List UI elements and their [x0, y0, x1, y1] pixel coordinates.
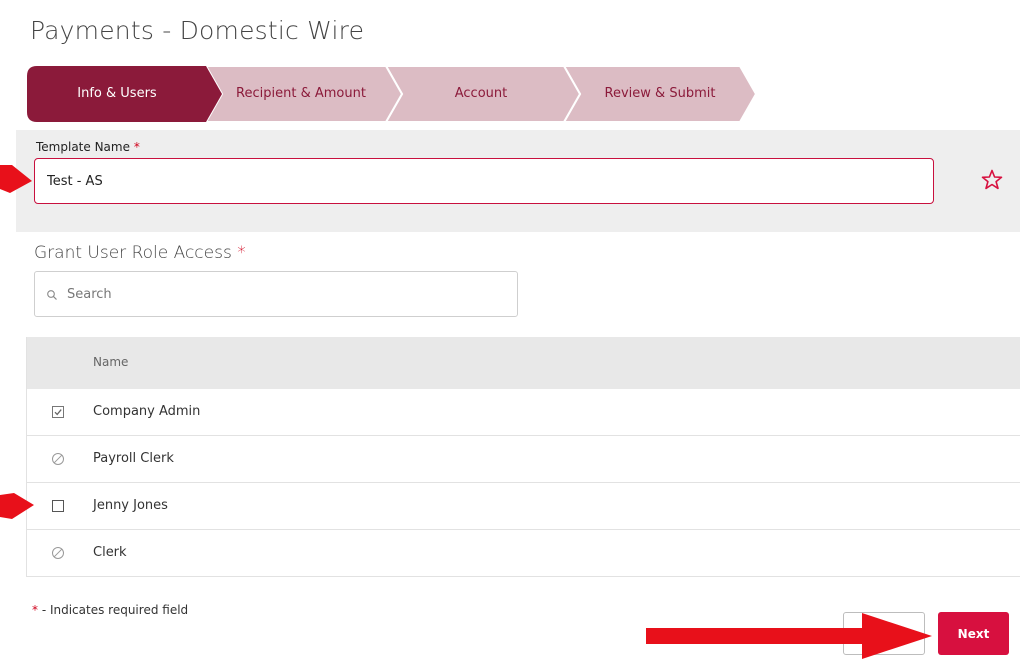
next-button[interactable]: Next — [938, 612, 1009, 655]
star-outline-icon[interactable] — [980, 168, 1004, 192]
row-name: Payroll Clerk — [93, 451, 174, 466]
checkbox-checked-icon[interactable] — [51, 405, 65, 419]
step-recipient-amount[interactable]: Recipient & Amount — [212, 66, 390, 122]
template-name-label-text: Template Name — [36, 140, 130, 154]
step-review-submit[interactable]: Review & Submit — [570, 66, 750, 122]
required-marker: * — [133, 140, 140, 154]
annotation-arrow-next — [646, 613, 932, 659]
template-name-input[interactable] — [34, 158, 934, 204]
search-box — [34, 271, 518, 317]
table-row[interactable]: Jenny Jones — [27, 483, 1020, 530]
search-icon — [47, 290, 57, 300]
row-name: Jenny Jones — [93, 498, 168, 513]
required-marker: * — [237, 243, 246, 263]
step-info-users[interactable]: Info & Users — [27, 66, 207, 122]
table-row[interactable]: Clerk — [27, 530, 1020, 577]
wizard-steps: Info & Users Recipient & Amount Account … — [27, 66, 757, 122]
grant-access-title-text: Grant User Role Access — [34, 243, 232, 263]
required-note-text: - Indicates required field — [38, 603, 189, 617]
template-name-label: Template Name * — [36, 140, 140, 154]
disabled-circle-icon — [52, 453, 64, 465]
row-name: Company Admin — [93, 404, 201, 419]
disabled-circle-icon — [52, 547, 64, 559]
checkbox-empty-icon[interactable] — [51, 499, 65, 513]
annotation-arrow-checkbox — [0, 493, 34, 519]
column-header-name[interactable]: Name — [93, 355, 128, 369]
roles-table: Name Company Admin Payroll Clerk Jenny J… — [26, 337, 1020, 577]
required-field-note: * - Indicates required field — [32, 603, 188, 617]
table-row[interactable]: Payroll Clerk — [27, 436, 1020, 483]
table-row[interactable]: Company Admin — [27, 389, 1020, 436]
search-input[interactable] — [67, 272, 507, 316]
table-header: Name — [27, 337, 1020, 389]
grant-access-title: Grant User Role Access * — [34, 243, 246, 263]
step-account[interactable]: Account — [392, 66, 570, 122]
annotation-arrow-template — [0, 165, 32, 193]
row-name: Clerk — [93, 545, 127, 560]
page-title: Payments - Domestic Wire — [30, 16, 365, 45]
